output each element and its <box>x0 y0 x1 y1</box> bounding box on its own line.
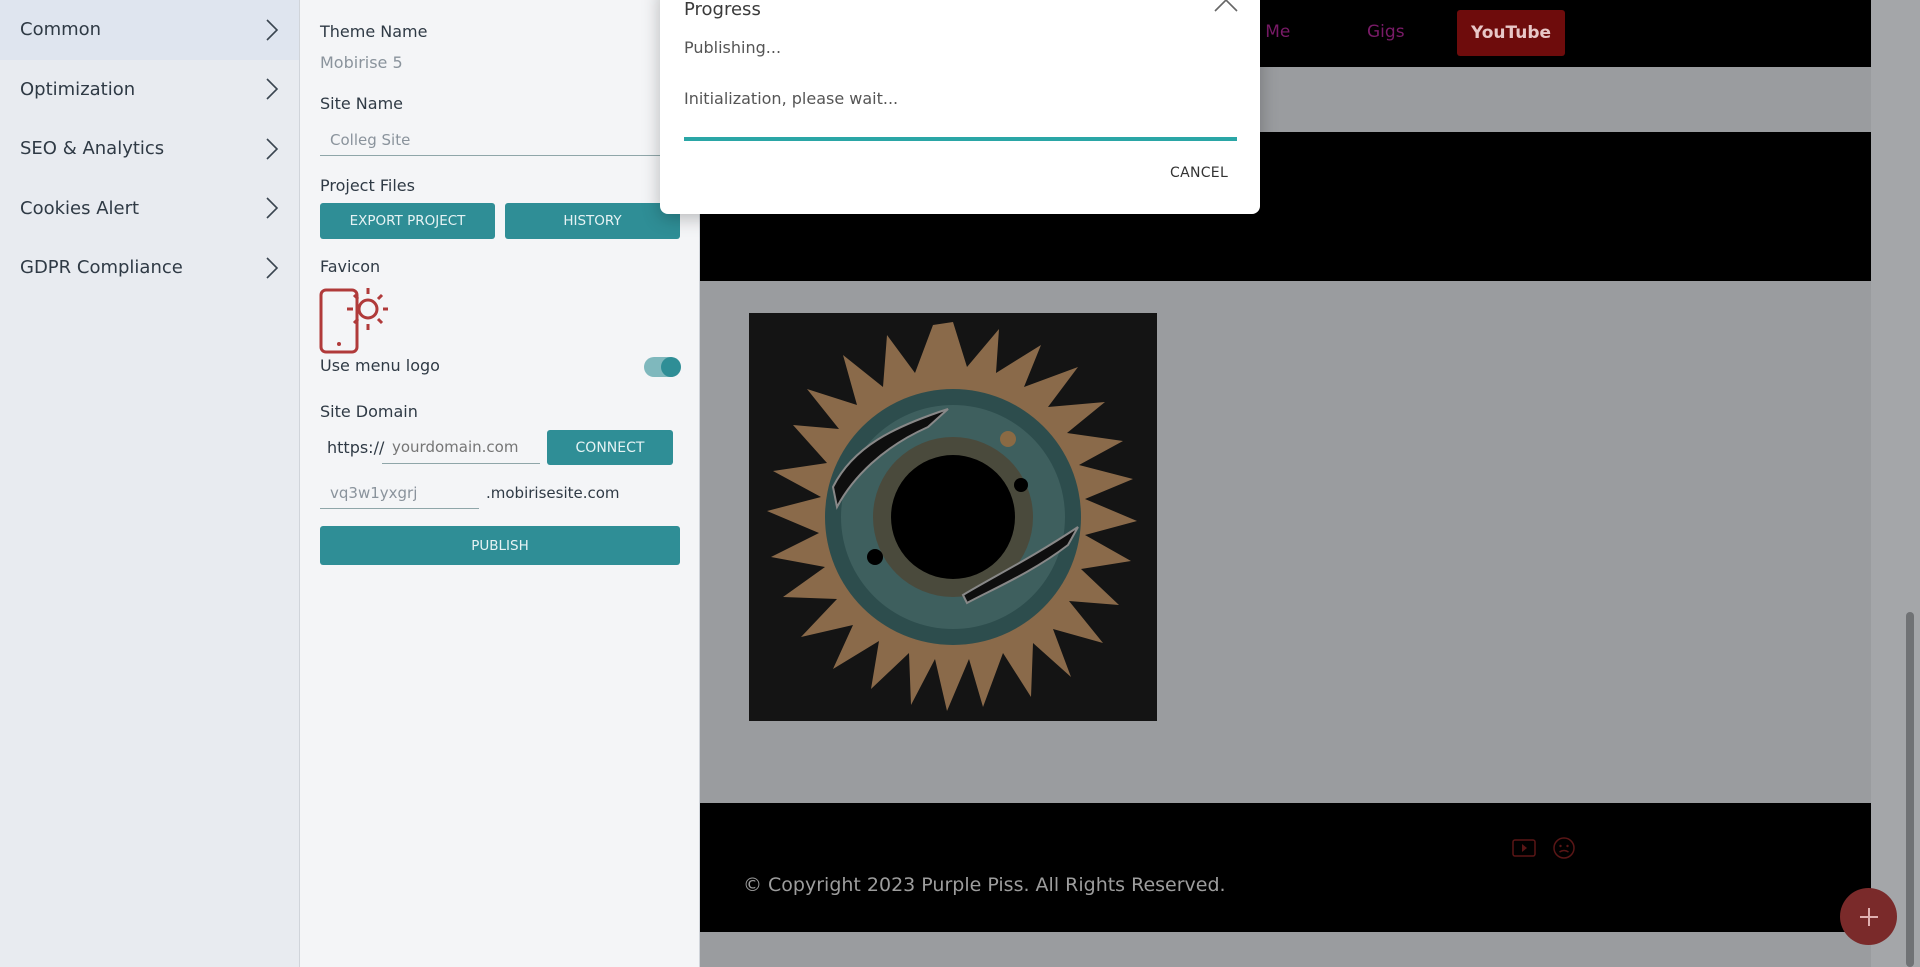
use-menu-logo-label: Use menu logo <box>320 356 440 375</box>
toggle-knob <box>661 357 681 377</box>
chevron-right-icon <box>266 78 279 100</box>
subdomain-input[interactable] <box>320 477 479 509</box>
progress-dialog: Progress Publishing... Initialization, p… <box>660 0 1260 214</box>
footer-copyright: © Copyright 2023 Purple Piss. All Rights… <box>743 874 1226 896</box>
artwork-eclipse-image <box>749 313 1157 721</box>
connect-button[interactable]: CONNECT <box>547 430 673 465</box>
use-menu-logo-toggle[interactable] <box>644 357 681 377</box>
progress-bar <box>684 137 1237 141</box>
plus-icon <box>1859 907 1878 926</box>
nav-link-gigs[interactable]: Gigs <box>1367 22 1405 42</box>
sidebar-item-label: Optimization <box>20 78 136 100</box>
settings-category-sidebar: Common Optimization SEO & Analytics Cook… <box>0 0 300 967</box>
theme-name-label: Theme Name <box>320 22 428 41</box>
sidebar-item-cookies-alert[interactable]: Cookies Alert <box>0 179 299 239</box>
sidebar-item-label: GDPR Compliance <box>20 257 183 279</box>
subdomain-suffix: .mobirisesite.com <box>486 484 620 502</box>
project-files-label: Project Files <box>320 176 415 195</box>
site-domain-label: Site Domain <box>320 402 418 421</box>
domain-input[interactable] <box>382 430 540 464</box>
sidebar-item-seo-analytics[interactable]: SEO & Analytics <box>0 119 299 179</box>
chevron-right-icon <box>266 19 279 41</box>
site-name-input[interactable] <box>320 124 690 156</box>
theme-name-value: Mobirise 5 <box>320 53 403 72</box>
export-project-button[interactable]: EXPORT PROJECT <box>320 203 495 239</box>
add-block-button[interactable] <box>1840 888 1897 945</box>
favicon-phone-sun-icon[interactable] <box>318 285 388 355</box>
dialog-status-text: Publishing... <box>684 38 782 57</box>
domain-prefix: https:// <box>327 438 385 457</box>
dialog-message: Initialization, please wait... <box>684 89 899 108</box>
dialog-title: Progress <box>684 0 761 20</box>
preview-scrollbar[interactable] <box>1906 612 1914 967</box>
sidebar-item-gdpr-compliance[interactable]: GDPR Compliance <box>0 238 299 298</box>
sidebar-item-optimization[interactable]: Optimization <box>0 60 299 120</box>
youtube-button[interactable]: YouTube <box>1457 10 1565 56</box>
close-chevron-icon[interactable] <box>1213 0 1239 13</box>
site-settings-panel: Theme Name Mobirise 5 Site Name Project … <box>300 0 700 967</box>
publish-button[interactable]: PUBLISH <box>320 526 680 565</box>
chevron-right-icon <box>266 138 279 160</box>
chevron-right-icon <box>266 197 279 219</box>
sidebar-item-label: Cookies Alert <box>20 197 140 219</box>
social-face-icon[interactable] <box>1552 836 1576 860</box>
preview-footer <box>700 803 1871 932</box>
sidebar-item-label: Common <box>20 19 102 41</box>
history-button[interactable]: HISTORY <box>505 203 680 239</box>
site-name-label: Site Name <box>320 94 404 113</box>
favicon-label: Favicon <box>320 257 381 276</box>
sidebar-item-label: SEO & Analytics <box>20 138 165 160</box>
sidebar-item-common[interactable]: Common <box>0 0 299 60</box>
chevron-right-icon <box>266 257 279 279</box>
youtube-social-icon[interactable] <box>1512 838 1536 858</box>
cancel-button[interactable]: CANCEL <box>1170 165 1228 181</box>
